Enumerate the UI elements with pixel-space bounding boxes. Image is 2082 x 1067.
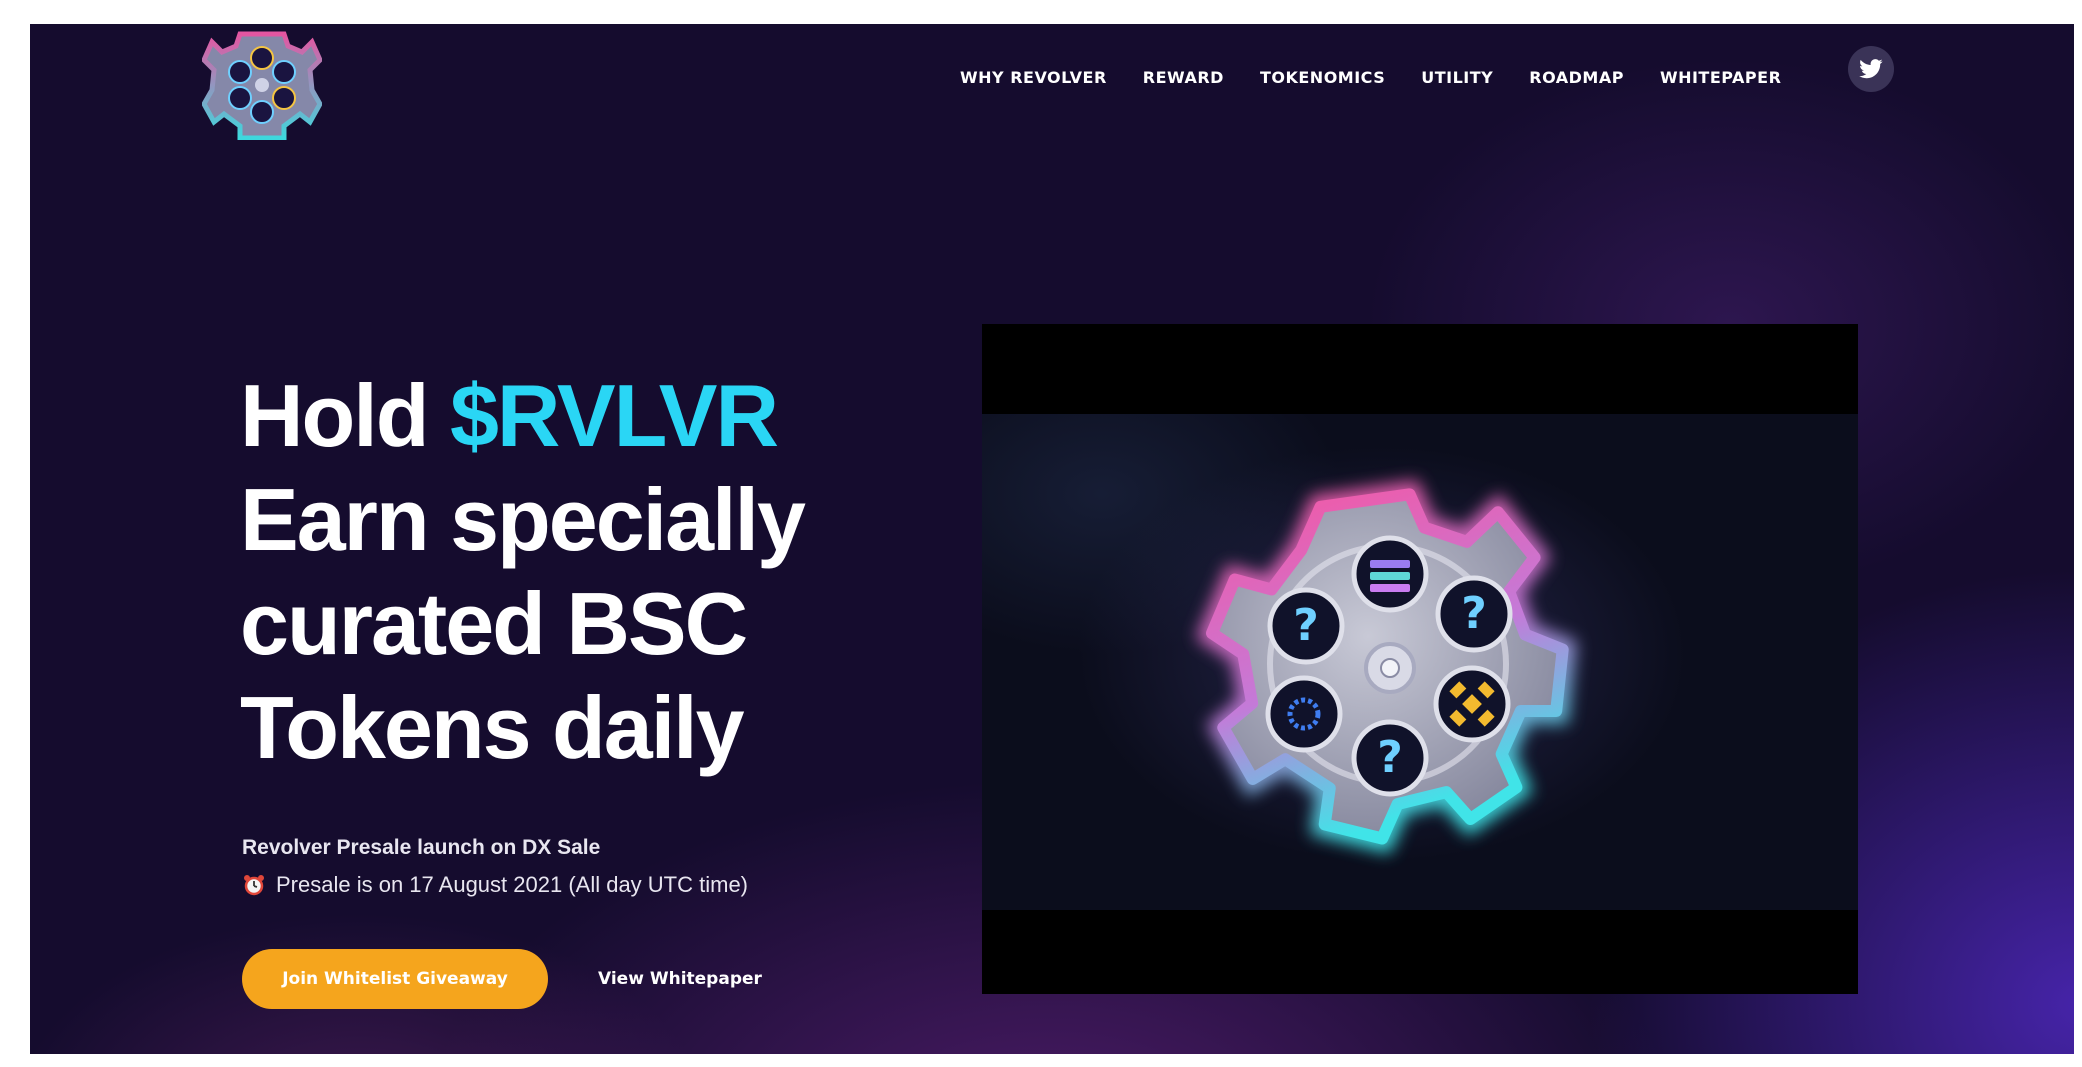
presale-date: Presale is on 17 August 2021 (All day UT… — [242, 872, 748, 898]
nav-utility[interactable]: UTILITY — [1421, 68, 1493, 87]
nav-whitepaper[interactable]: WHITEPAPER — [1660, 68, 1781, 87]
hero-title-line4: Tokens daily — [240, 678, 745, 777]
video-scene: ? ? ? — [982, 414, 1858, 910]
page-frame: WHY REVOLVER REWARD TOKENOMICS UTILITY R… — [30, 24, 2074, 1054]
hero-video[interactable]: ? ? ? — [982, 324, 1858, 994]
join-whitelist-button[interactable]: Join Whitelist Giveaway — [242, 949, 548, 1009]
hero-title-line3: curated BSC — [240, 574, 748, 673]
revolver-cylinder-icon: ? ? ? — [1195, 480, 1577, 854]
main-nav: WHY REVOLVER REWARD TOKENOMICS UTILITY R… — [960, 68, 1817, 87]
nav-why-revolver[interactable]: WHY REVOLVER — [960, 68, 1107, 87]
svg-text:?: ? — [1293, 600, 1319, 651]
twitter-button[interactable] — [1848, 46, 1894, 92]
svg-text:?: ? — [1377, 732, 1403, 783]
view-whitepaper-link[interactable]: View Whitepaper — [598, 949, 762, 1009]
revolver-logo-icon[interactable] — [202, 24, 322, 140]
hero-title-token: $RVLVR — [449, 366, 779, 465]
nav-roadmap[interactable]: ROADMAP — [1529, 68, 1624, 87]
presale-date-text: Presale is on 17 August 2021 (All day UT… — [276, 872, 749, 897]
hero-title-prefix: Hold — [240, 366, 450, 465]
nav-reward[interactable]: REWARD — [1143, 68, 1224, 87]
hero-title-line2: Earn specially — [240, 470, 806, 569]
alarm-clock-icon — [244, 875, 264, 896]
presale-announcement: Revolver Presale launch on DX Sale — [242, 836, 601, 859]
hero-title: Hold $RVLVR Earn specially curated BSC T… — [240, 364, 860, 780]
nav-tokenomics[interactable]: TOKENOMICS — [1260, 68, 1385, 87]
svg-text:?: ? — [1461, 588, 1487, 639]
twitter-icon — [1859, 59, 1883, 79]
